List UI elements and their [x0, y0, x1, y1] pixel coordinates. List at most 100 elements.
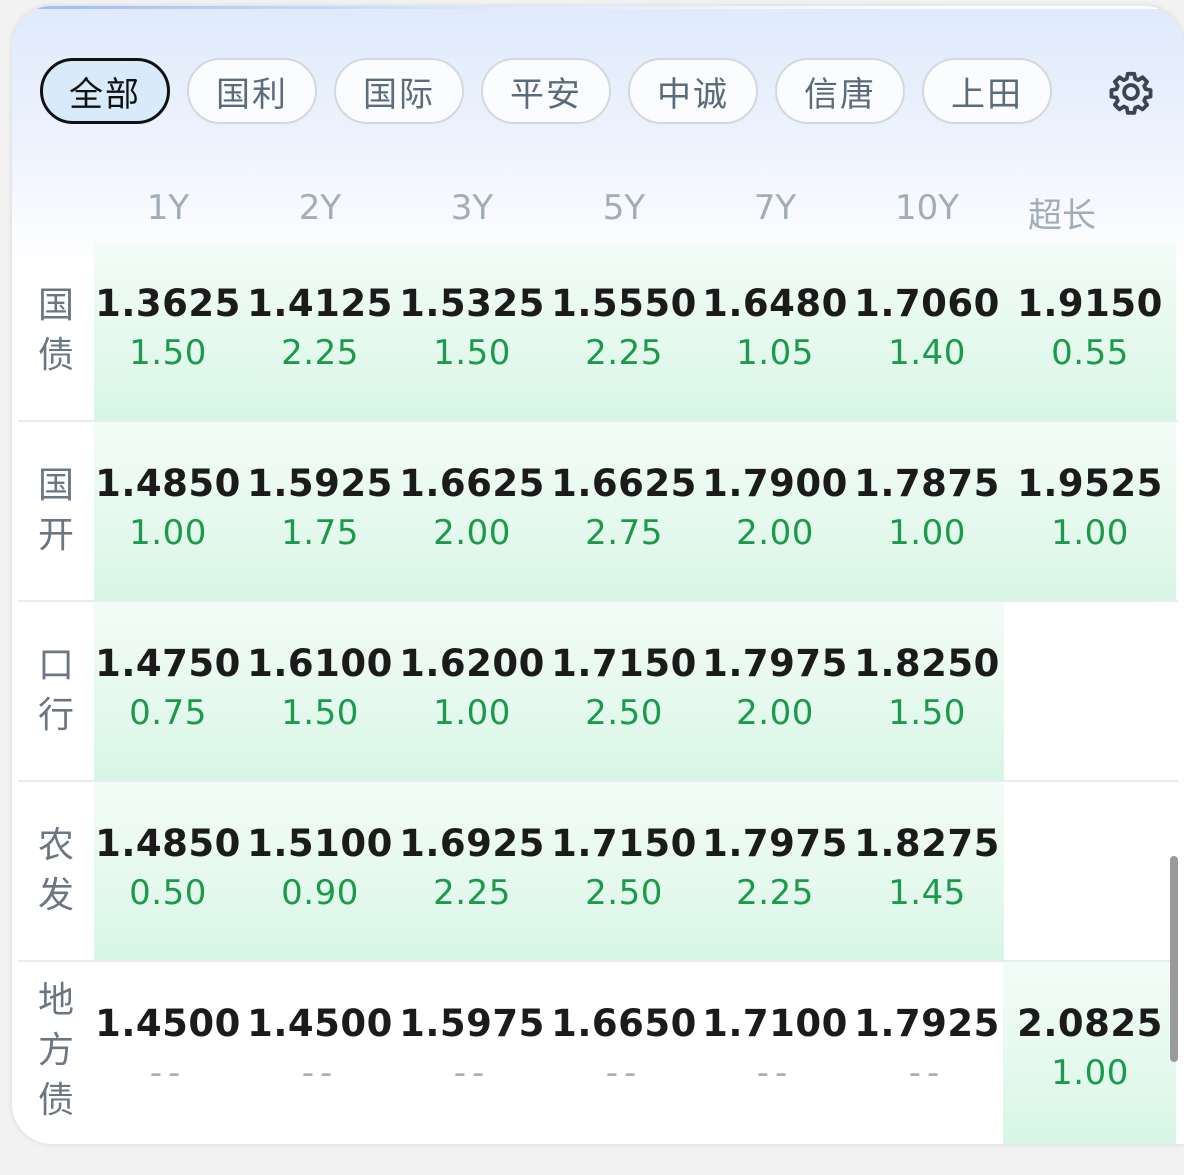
row-divider	[18, 960, 1178, 962]
yield-cell[interactable]: 1.5550 2.25	[548, 282, 700, 373]
yield-value: 1.8275	[854, 822, 1000, 865]
change-value: --	[756, 1053, 794, 1093]
row-label: 地方债	[18, 962, 94, 1140]
change-value: 0.50	[129, 873, 207, 913]
yield-cell[interactable]: 1.6100 1.50	[244, 642, 396, 733]
yield-value: 1.4750	[95, 642, 241, 685]
yield-value: 1.5975	[399, 1002, 545, 1045]
yield-cell[interactable]: 1.7150 2.50	[548, 642, 700, 733]
yield-value: 1.4850	[95, 822, 241, 865]
yield-cell[interactable]: 1.5975 --	[396, 1002, 548, 1093]
yield-cell[interactable]: 1.7060 1.40	[851, 282, 1003, 373]
yield-value: 1.6625	[399, 462, 545, 505]
yield-value: 1.7100	[702, 1002, 848, 1045]
tab-1[interactable]: 国利	[187, 58, 317, 124]
row-label-char: 国	[37, 285, 74, 326]
yield-cell[interactable]: 1.7900 2.00	[699, 462, 851, 553]
column-header-3: 5Y	[602, 188, 646, 228]
yield-cell[interactable]: 1.3625 1.50	[92, 282, 244, 373]
change-value: 1.00	[888, 513, 966, 553]
yield-cell[interactable]: 1.7150 2.50	[548, 822, 700, 913]
row-label-char: 国	[37, 465, 74, 506]
change-value: 2.00	[736, 693, 814, 733]
tab-6[interactable]: 上田	[922, 58, 1052, 124]
tab-4[interactable]: 中诚	[628, 58, 758, 124]
yield-cell[interactable]: 2.0825 1.00	[1014, 1002, 1166, 1093]
tab-2[interactable]: 国际	[334, 58, 464, 124]
change-value: --	[149, 1053, 187, 1093]
yield-cell[interactable]: 1.7925 --	[851, 1002, 1003, 1093]
yield-cell[interactable]: 1.4125 2.25	[244, 282, 396, 373]
yield-cell[interactable]: 1.6200 1.00	[396, 642, 548, 733]
yield-cell[interactable]: 1.6650 --	[548, 1002, 700, 1093]
change-value: 2.75	[585, 513, 663, 553]
yield-cell[interactable]: 1.6925 2.25	[396, 822, 548, 913]
change-value: 1.50	[888, 693, 966, 733]
yield-cell[interactable]: 1.5100 0.90	[244, 822, 396, 913]
change-value: --	[453, 1053, 491, 1093]
change-value: 1.75	[281, 513, 359, 553]
change-value: 1.50	[433, 333, 511, 373]
yield-value: 1.7060	[854, 282, 1000, 325]
yield-cell[interactable]: 1.7975 2.25	[699, 822, 851, 913]
yield-cell[interactable]: 1.8275 1.45	[851, 822, 1003, 913]
yield-value: 1.6650	[551, 1002, 697, 1045]
yield-value: 2.0825	[1017, 1002, 1163, 1045]
gear-icon[interactable]	[1108, 69, 1154, 115]
yield-value: 1.7975	[702, 642, 848, 685]
yield-cell[interactable]: 1.7100 --	[699, 1002, 851, 1093]
column-header-2: 3Y	[450, 188, 494, 228]
change-value: --	[605, 1053, 643, 1093]
change-value: 0.75	[129, 693, 207, 733]
row-label-char: 农	[37, 825, 74, 866]
yield-cell[interactable]: 1.6625 2.75	[548, 462, 700, 553]
row-label-char: 口	[37, 645, 74, 686]
yield-value: 1.3625	[95, 282, 241, 325]
change-value: 1.50	[129, 333, 207, 373]
change-value: 0.55	[1051, 333, 1129, 373]
yield-cell[interactable]: 1.4750 0.75	[92, 642, 244, 733]
change-value: --	[908, 1053, 946, 1093]
yield-cell[interactable]: 1.9150 0.55	[1014, 282, 1166, 373]
yield-value: 1.4125	[247, 282, 393, 325]
yield-cell[interactable]: 1.8250 1.50	[851, 642, 1003, 733]
yield-value: 1.5925	[247, 462, 393, 505]
bond-yield-card: 全部 国利 国际 平安 中诚 信唐 上田 1Y 2Y 3Y 5Y 7Y 10Y 超长 国债 1.3625 1…	[12, 6, 1184, 1144]
yield-cell[interactable]: 1.4850 0.50	[92, 822, 244, 913]
row-label: 农发	[18, 782, 94, 960]
yield-value: 1.7925	[854, 1002, 1000, 1045]
yield-cell[interactable]: 1.7975 2.00	[699, 642, 851, 733]
yield-cell[interactable]: 1.4850 1.00	[92, 462, 244, 553]
yield-cell[interactable]: 1.5925 1.75	[244, 462, 396, 553]
row-label-char: 发	[37, 875, 74, 916]
yield-cell[interactable]: 1.4500 --	[244, 1002, 396, 1093]
yield-cell[interactable]: 1.6625 2.00	[396, 462, 548, 553]
yield-cell[interactable]: 1.9525 1.00	[1014, 462, 1166, 553]
change-value: 2.00	[433, 513, 511, 553]
yield-cell[interactable]: 1.7875 1.00	[851, 462, 1003, 553]
change-value: 1.05	[736, 333, 814, 373]
tab-3[interactable]: 平安	[481, 58, 611, 124]
yield-value: 1.4850	[95, 462, 241, 505]
yield-value: 1.9525	[1017, 462, 1163, 505]
tab-0[interactable]: 全部	[40, 58, 170, 124]
yield-value: 1.8250	[854, 642, 1000, 685]
yield-cell[interactable]: 1.4500 --	[92, 1002, 244, 1093]
change-value: 0.90	[281, 873, 359, 913]
row-label-char: 债	[37, 1080, 74, 1121]
yield-value: 1.5100	[247, 822, 393, 865]
yield-value: 1.9150	[1017, 282, 1163, 325]
yield-value: 1.7975	[702, 822, 848, 865]
row-label: 国债	[18, 242, 94, 420]
yield-value: 1.6200	[399, 642, 545, 685]
yield-value: 1.6480	[702, 282, 848, 325]
scrollbar[interactable]	[1170, 856, 1178, 1062]
yield-cell[interactable]: 1.5325 1.50	[396, 282, 548, 373]
change-value: 1.45	[888, 873, 966, 913]
yield-cell[interactable]: 1.6480 1.05	[699, 282, 851, 373]
yield-value: 1.7150	[551, 642, 697, 685]
row-label-char: 地	[37, 980, 74, 1021]
column-header-6: 超长	[1028, 196, 1096, 236]
change-value: 1.40	[888, 333, 966, 373]
tab-5[interactable]: 信唐	[775, 58, 905, 124]
